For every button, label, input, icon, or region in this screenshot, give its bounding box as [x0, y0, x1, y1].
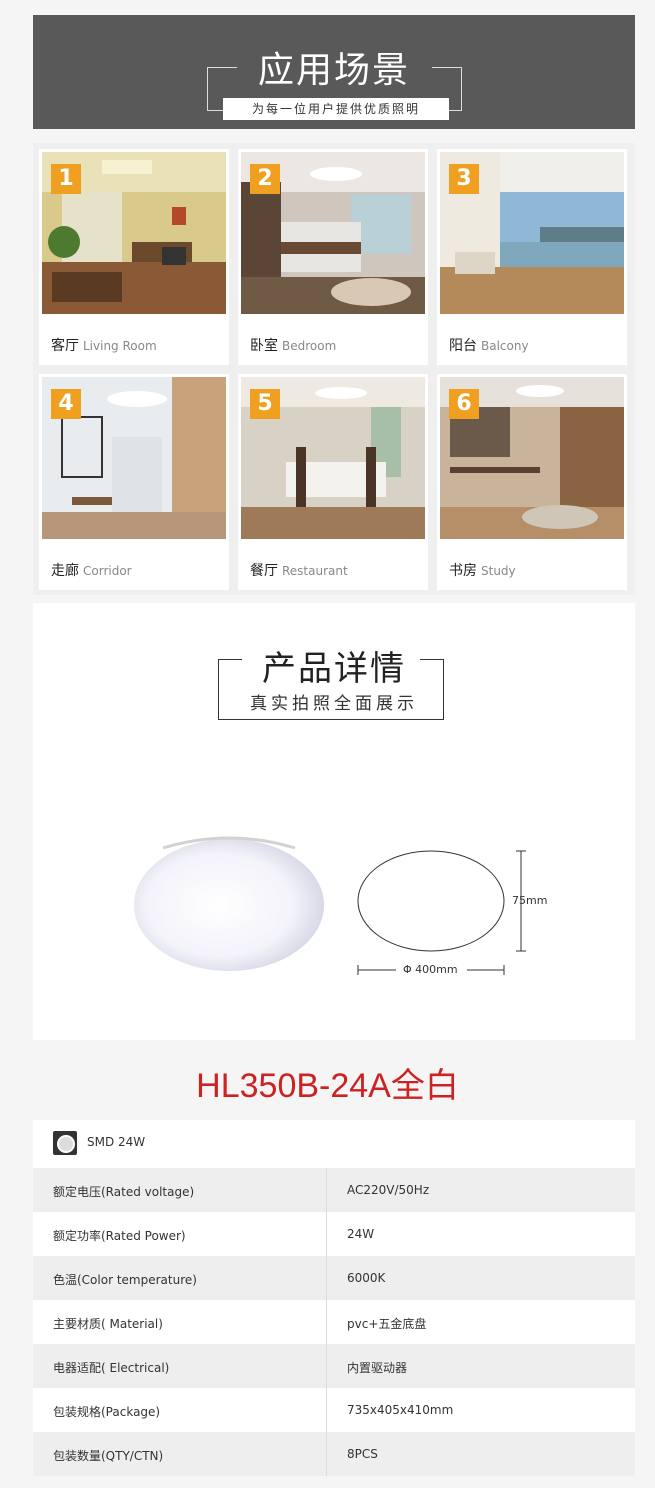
table-row: 电器适配( Electrical) 内置驱动器 — [33, 1344, 635, 1388]
table-row: 色温(Color temperature) 6000K — [33, 1256, 635, 1300]
product-page: 应用场景 为每一位用户提供优质照明 1 客厅 Living Room 2 卧室 … — [0, 0, 655, 1488]
model-name: HL350B-24A全白 — [196, 1067, 459, 1105]
spec-key: 包装数量(QTY/CTN) — [53, 1449, 164, 1463]
table-row: 包装规格(Package) 735x405x410mm — [33, 1388, 635, 1432]
scene-grid: 1 客厅 Living Room 2 卧室 Bedroom 3 阳台 Balco… — [33, 143, 635, 595]
scene-number: 6 — [449, 389, 479, 419]
scene-caption-en: Balcony — [481, 339, 529, 353]
scene-number: 1 — [51, 164, 81, 194]
spec-header: SMD 24W — [33, 1120, 635, 1168]
product-detail-section: 产品详情 真实拍照全面展示 75mm Φ 400mm — [33, 603, 635, 1040]
scene-caption-en: Study — [481, 564, 516, 578]
led-chip-icon — [53, 1131, 77, 1155]
diameter-label: Φ 400mm — [403, 963, 458, 976]
scene-card-living-room[interactable]: 1 客厅 Living Room — [39, 149, 229, 365]
scene-card-restaurant[interactable]: 5 餐厅 Restaurant — [238, 374, 428, 590]
scenes-banner: 应用场景 为每一位用户提供优质照明 — [33, 15, 635, 129]
scene-caption: 阳台 Balcony — [449, 335, 529, 355]
spec-table: SMD 24W 额定电压(Rated voltage) AC220V/50Hz 额… — [33, 1120, 635, 1476]
spec-key: 电器适配( Electrical) — [53, 1361, 170, 1375]
spec-value: AC220V/50Hz — [347, 1183, 430, 1197]
spec-value: 6000K — [347, 1271, 386, 1285]
scene-number: 5 — [250, 389, 280, 419]
spec-value: pvc+五金底盘 — [347, 1317, 427, 1331]
banner-title: 应用场景 — [257, 50, 410, 91]
table-row: 主要材质( Material) pvc+五金底盘 — [33, 1300, 635, 1344]
banner-subtitle: 为每一位用户提供优质照明 — [223, 98, 449, 120]
spec-header-label: SMD 24W — [87, 1135, 146, 1149]
scene-caption: 客厅 Living Room — [51, 335, 157, 355]
scene-caption-cn: 阳台 — [449, 338, 477, 354]
scene-caption-cn: 书房 — [449, 563, 477, 579]
scene-caption-cn: 走廊 — [51, 563, 79, 579]
scene-caption: 卧室 Bedroom — [250, 335, 336, 355]
scene-caption-cn: 餐厅 — [250, 563, 278, 579]
scene-caption-en: Living Room — [83, 339, 157, 353]
scene-card-bedroom[interactable]: 2 卧室 Bedroom — [238, 149, 428, 365]
spec-value: 内置驱动器 — [347, 1361, 408, 1375]
scene-card-study[interactable]: 6 书房 Study — [437, 374, 627, 590]
product-illustration — [134, 836, 526, 975]
spec-key: 色温(Color temperature) — [53, 1273, 197, 1287]
table-row: 包装数量(QTY/CTN) 8PCS — [33, 1432, 635, 1476]
scene-number: 2 — [250, 164, 280, 194]
scene-number: 3 — [449, 164, 479, 194]
spec-value: 8PCS — [347, 1447, 378, 1461]
lamp-photo — [134, 839, 324, 971]
scene-caption-cn: 客厅 — [51, 338, 79, 354]
lamp-outline-drawing — [357, 850, 505, 952]
spec-key: 额定电压(Rated voltage) — [53, 1185, 195, 1199]
scene-caption: 书房 Study — [449, 560, 516, 580]
spec-key: 额定功率(Rated Power) — [53, 1229, 186, 1243]
table-row: 额定电压(Rated voltage) AC220V/50Hz — [33, 1168, 635, 1212]
spec-key: 主要材质( Material) — [53, 1317, 163, 1331]
scene-card-corridor[interactable]: 4 走廊 Corridor — [39, 374, 229, 590]
table-row: 额定功率(Rated Power) 24W — [33, 1212, 635, 1256]
scene-number: 4 — [51, 389, 81, 419]
scene-caption-cn: 卧室 — [250, 338, 278, 354]
scene-caption: 餐厅 Restaurant — [250, 560, 348, 580]
spec-value: 735x405x410mm — [347, 1403, 454, 1417]
scene-caption-en: Bedroom — [282, 339, 337, 353]
spec-key: 包装规格(Package) — [53, 1405, 161, 1419]
scene-caption: 走廊 Corridor — [51, 560, 132, 580]
scene-caption-en: Corridor — [83, 564, 132, 578]
height-label: 75mm — [512, 894, 548, 907]
scene-card-balcony[interactable]: 3 阳台 Balcony — [437, 149, 627, 365]
spec-value: 24W — [347, 1227, 375, 1241]
scene-caption-en: Restaurant — [282, 564, 348, 578]
